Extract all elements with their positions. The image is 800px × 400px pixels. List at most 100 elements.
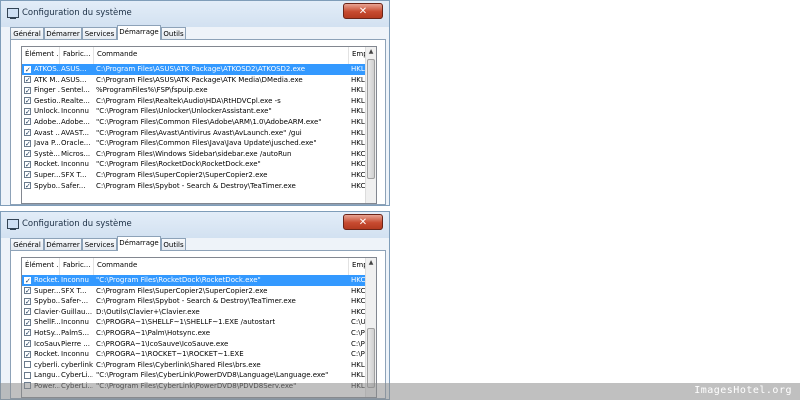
cell-maker: Inconnu [61,160,89,169]
table-row[interactable]: ✓ Spybo... Safer... C:\Program Files\Spybot… [22,181,373,192]
startup-list[interactable]: Élément ... Fabric... Commande Emplac ✓R… [21,257,377,398]
row-checkbox[interactable] [24,361,31,369]
cell-item: IcoSauve [34,339,60,348]
row-checkbox[interactable]: ✓ [24,340,31,348]
table-row[interactable]: ✓Unlock...Inconnu "C:\Program Files\Unloc… [22,106,373,117]
cell-item: Java P... [34,139,60,148]
row-checkbox[interactable]: ✓ [24,297,31,305]
cell-item: Spybo... [34,181,60,190]
cell-maker: Inconnu [61,276,89,284]
tab-demarrage[interactable]: Démarrage [117,25,161,40]
row-checkbox[interactable]: ✓ [24,86,31,94]
table-row[interactable]: ✓ ATK M... ASUS... C:\Program Files\ASUS\AT… [22,75,373,86]
cell-command: C:\Program Files\Spybot - Search & Destr… [96,297,296,306]
col-element[interactable]: Élément ... [22,258,60,275]
tab-outils[interactable]: Outils [161,27,186,39]
cell-item: Langu... [34,371,60,380]
row-checkbox[interactable]: ✓ [24,97,31,105]
row-checkbox[interactable]: ✓ [24,150,31,158]
row-checkbox[interactable]: ✓ [24,350,31,358]
tab-demarrer[interactable]: Démarrer [44,238,82,250]
cell-command: C:\Program Files\SuperCopier2\SuperCopie… [96,286,268,295]
row-checkbox[interactable]: ✓ [24,65,31,73]
table-row[interactable]: ✓ ShellF... Inconnu C:\PROGRA~1\SHELLF~1\SH… [22,317,374,328]
vertical-scrollbar[interactable]: ▲ [365,47,376,203]
window-title: Configuration du système [22,219,132,229]
row-checkbox[interactable]: ✓ [24,329,31,337]
table-row[interactable]: ✓Finger ...Sentel... %ProgramFiles%\FSP\f… [22,85,373,96]
col-element[interactable]: Élément ... [22,47,60,64]
table-row[interactable]: Langu... CyberLi... "C:\Program Files\Cybe… [22,370,373,381]
table-row[interactable]: ✓ATKOS...ASUS... C:\Program Files\ASUS\AT… [22,64,373,75]
list-header: Élément ... Fabric... Commande Emplac [22,47,376,65]
cell-item: Rocket... [34,160,60,169]
table-row[interactable]: ✓Clavier+Guillau...D:\Outils\Clavier+\Cl… [22,307,373,318]
table-row[interactable]: ✓Rocket...Inconnu "C:\Program Files\Rocke… [22,159,373,170]
table-row[interactable]: ✓ Java P... Oracle... "C:\Program Files\Com… [22,138,373,149]
tab-general[interactable]: Général [10,238,44,250]
row-checkbox[interactable]: ✓ [24,107,31,115]
cell-item: Adobe... [34,117,60,126]
tab-demarrer[interactable]: Démarrer [44,27,82,39]
table-row[interactable]: ✓Rocket...Inconnu C:\PROGRA~1\ROCKET~1\RO… [22,349,372,360]
scroll-up-icon[interactable]: ▲ [366,47,376,57]
table-row[interactable]: ✓ Avast ... AVAST... "C:\Program Files\Avas… [22,128,373,139]
cell-item: HotSy... [34,328,60,337]
cell-maker: Inconnu [61,107,89,116]
close-button[interactable]: ✕ [343,3,383,19]
close-button[interactable]: ✕ [343,214,383,230]
tab-general[interactable]: Général [10,27,44,39]
row-checkbox[interactable]: ✓ [24,182,31,190]
title-bar[interactable]: Configuration du système ✕ [1,1,389,27]
table-row[interactable]: ✓ Adobe... Adobe... "C:\Program Files\Commo… [22,117,373,128]
title-bar[interactable]: Configuration du système ✕ [1,212,389,238]
table-row[interactable]: cyberli...cyberlinkC:\Program Files\Cybe… [22,360,373,371]
system-config-window-1: Configuration du système ✕ Général Démar… [0,0,390,206]
table-row[interactable]: ✓ Super... SFX T... C:\Program Files\SuperC… [22,170,373,181]
cell-command: C:\Program Files\Spybot - Search & Destr… [96,181,296,190]
startup-list[interactable]: Élément ... Fabric... Commande Emplac ✓A… [21,46,377,204]
table-row[interactable]: ✓ Super... SFX T... C:\Program Files\SuperC… [22,286,373,297]
tab-outils[interactable]: Outils [161,238,186,250]
cell-item: Avast ... [34,128,60,137]
cell-maker: PalmS... [61,328,90,337]
scroll-up-icon[interactable]: ▲ [366,258,376,268]
row-checkbox[interactable]: ✓ [24,160,31,168]
vertical-scrollbar[interactable]: ▲ [365,258,376,397]
tab-services[interactable]: Services [82,27,117,39]
cell-command: C:\PROGRA~1\Palm\Hotsync.exe [96,328,210,337]
table-row[interactable]: ✓Gestio...Realte... C:\Program Files\Real… [22,96,373,107]
col-fabricant[interactable]: Fabric... [60,258,94,275]
scroll-thumb[interactable] [367,59,375,179]
cell-command: C:\Program Files\Realtek\Audio\HDA\RtHDV… [96,96,281,105]
tab-demarrage[interactable]: Démarrage [117,236,161,251]
col-fabricant[interactable]: Fabric... [60,47,94,64]
table-row[interactable]: ✓ Spybo... Safer-... C:\Program Files\Spybo… [22,296,373,307]
cell-command: C:\Program Files\Cyberlink\Shared Files\… [96,360,261,369]
row-checkbox[interactable]: ✓ [24,308,31,316]
row-checkbox[interactable]: ✓ [24,276,31,284]
row-checkbox[interactable]: ✓ [24,318,31,326]
row-checkbox[interactable]: ✓ [24,287,31,295]
cell-command: C:\PROGRA~1\ROCKET~1\ROCKET~1.EXE [96,350,244,359]
scroll-thumb[interactable] [367,328,375,388]
cell-maker: Realte... [61,96,90,105]
row-checkbox[interactable]: ✓ [24,129,31,137]
tab-services[interactable]: Services [82,238,117,250]
col-commande[interactable]: Commande [94,258,349,275]
row-checkbox[interactable]: ✓ [24,118,31,126]
row-checkbox[interactable]: ✓ [24,76,31,84]
row-checkbox[interactable] [24,371,31,379]
cell-item: Systè... [34,149,60,158]
list-rows: ✓ATKOS...ASUS...C:\Program Files\ASUS\AT… [22,64,373,192]
cell-item: Gestio... [34,96,60,105]
table-row[interactable]: ✓ HotSy... PalmS... C:\PROGRA~1\Palm\Hotsyn… [22,328,372,339]
col-commande[interactable]: Commande [94,47,349,64]
table-row[interactable]: ✓ Systè... Micros... C:\Program Files\Windo… [22,149,373,160]
system-config-window-2: Configuration du système ✕ Général Démar… [0,211,390,400]
table-row[interactable]: ✓Rocket...Inconnu "C:\Program Files\Rocke… [22,275,373,286]
table-row[interactable]: ✓IcoSauvePierre ... C:\PROGRA~1\IcoSauve\… [22,339,372,350]
cell-maker: Inconnu [61,350,89,359]
row-checkbox[interactable]: ✓ [24,139,31,147]
row-checkbox[interactable]: ✓ [24,171,31,179]
